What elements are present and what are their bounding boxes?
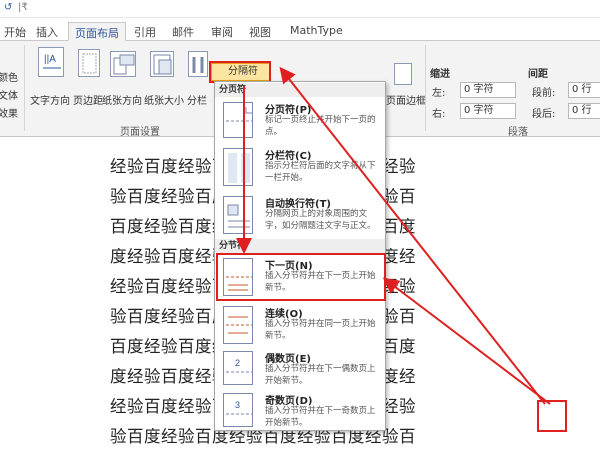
tab-page-layout[interactable]: 页面布局 bbox=[68, 22, 126, 41]
odd-page-break-icon: 3 bbox=[223, 393, 253, 427]
spacing-after-label: 段后: bbox=[532, 109, 556, 120]
tab-references[interactable]: 引用 bbox=[128, 22, 162, 41]
tab-view[interactable]: 视图 bbox=[243, 22, 277, 41]
indent-left-label: 左: bbox=[432, 88, 446, 99]
page-break-icon bbox=[223, 102, 253, 138]
margins-icon bbox=[78, 49, 100, 77]
indent-right-label: 右: bbox=[432, 109, 446, 120]
menu-item-desc: 分隔网页上的对象周围的文字，如分隔题注文字与正文。 bbox=[265, 209, 376, 231]
indent-left-field[interactable]: 0 字符 bbox=[460, 82, 516, 98]
annotation-box-breaks bbox=[209, 61, 271, 83]
paragraph-group-label: 段落 bbox=[508, 127, 528, 138]
menu-item-text-wrapping-break[interactable]: 自动换行符(T) 分隔网页上的对象周围的文字，如分隔题注文字与正文。 bbox=[215, 192, 385, 238]
menu-item-desc: 标记一页终止并开始下一页的点。 bbox=[265, 115, 376, 137]
spacing-before-label: 段前: bbox=[532, 88, 556, 99]
menu-item-continuous[interactable]: 连续(O) 插入分节符并在同一页上开始新节。 bbox=[215, 302, 385, 348]
orientation-icon bbox=[110, 51, 136, 77]
page-borders-icon bbox=[394, 63, 412, 85]
continuous-break-icon bbox=[223, 306, 253, 344]
text-wrapping-break-icon bbox=[223, 196, 253, 234]
indent-right-field[interactable]: 0 字符 bbox=[460, 103, 516, 119]
menu-item-desc: 插入分节符并在同一页上开始新节。 bbox=[265, 319, 376, 341]
columns-button[interactable]: 分栏 bbox=[187, 92, 207, 107]
paper-size-icon bbox=[150, 51, 174, 77]
svg-text:2: 2 bbox=[235, 358, 240, 368]
page-setup-group-label: 页面设置 bbox=[120, 127, 160, 138]
text-direction-icon: ||A bbox=[38, 47, 64, 77]
spacing-after-field[interactable]: 0 行 bbox=[568, 103, 600, 119]
columns-icon bbox=[188, 51, 208, 77]
annotation-box-cursor bbox=[537, 400, 567, 432]
menu-item-desc: 指示分栏符后面的文字将从下一栏开始。 bbox=[265, 161, 376, 183]
tab-mailings[interactable]: 邮件 bbox=[166, 22, 200, 41]
theme-fonts-button[interactable]: 文体 bbox=[0, 87, 18, 102]
customize-arrow-icon[interactable]: |₹ bbox=[18, 2, 28, 13]
menu-section-section-breaks: 分节符 bbox=[215, 239, 385, 253]
indent-label: 缩进 bbox=[430, 69, 450, 80]
tab-insert[interactable]: 插入 bbox=[30, 22, 64, 41]
group-separator bbox=[425, 45, 426, 131]
menu-section-page-breaks: 分页符 bbox=[215, 83, 385, 97]
orientation-button[interactable]: 纸张方向 bbox=[102, 92, 142, 107]
page-borders-button[interactable]: 页面边框 bbox=[386, 92, 426, 107]
paper-size-button[interactable]: 纸张大小 bbox=[144, 92, 184, 107]
svg-text:3: 3 bbox=[235, 400, 240, 410]
theme-colors-button[interactable]: 颜色 bbox=[0, 69, 18, 84]
tab-review[interactable]: 审阅 bbox=[205, 22, 239, 41]
spacing-label: 间距 bbox=[528, 69, 548, 80]
text-direction-button[interactable]: 文字方向 bbox=[30, 92, 70, 107]
menu-item-even-page[interactable]: 2 偶数页(E) 插入分节符并在下一偶数页上开始新节。 bbox=[215, 347, 385, 389]
even-page-break-icon: 2 bbox=[223, 351, 253, 385]
menu-item-column-break[interactable]: 分栏符(C) 指示分栏符后面的文字将从下一栏开始。 bbox=[215, 144, 385, 190]
column-break-icon bbox=[223, 148, 253, 186]
undo-icon[interactable]: ↺ bbox=[4, 2, 12, 13]
menu-item-desc: 插入分节符并在下一偶数页上开始新节。 bbox=[265, 364, 376, 386]
menu-item-page-break[interactable]: 分页符(P) 标记一页终止并开始下一页的点。 bbox=[215, 98, 385, 142]
quick-access-toolbar: ↺ |₹ bbox=[0, 0, 600, 18]
tab-mathtype[interactable]: MathType bbox=[284, 22, 349, 41]
ribbon-tabs: 开始 插入 页面布局 引用 邮件 审阅 视图 MathType bbox=[0, 18, 600, 41]
tab-home[interactable]: 开始 bbox=[0, 22, 32, 41]
margins-button[interactable]: 页边距 bbox=[73, 92, 103, 107]
group-separator bbox=[24, 45, 25, 131]
menu-item-odd-page[interactable]: 3 奇数页(D) 插入分节符并在下一奇数页上开始新节。 bbox=[215, 389, 385, 431]
spacing-before-field[interactable]: 0 行 bbox=[568, 82, 600, 98]
annotation-box-next-page bbox=[216, 253, 386, 301]
menu-item-desc: 插入分节符并在下一奇数页上开始新节。 bbox=[265, 406, 376, 428]
theme-effects-button[interactable]: 效果 bbox=[0, 105, 18, 120]
svg-text:||A: ||A bbox=[44, 54, 56, 65]
